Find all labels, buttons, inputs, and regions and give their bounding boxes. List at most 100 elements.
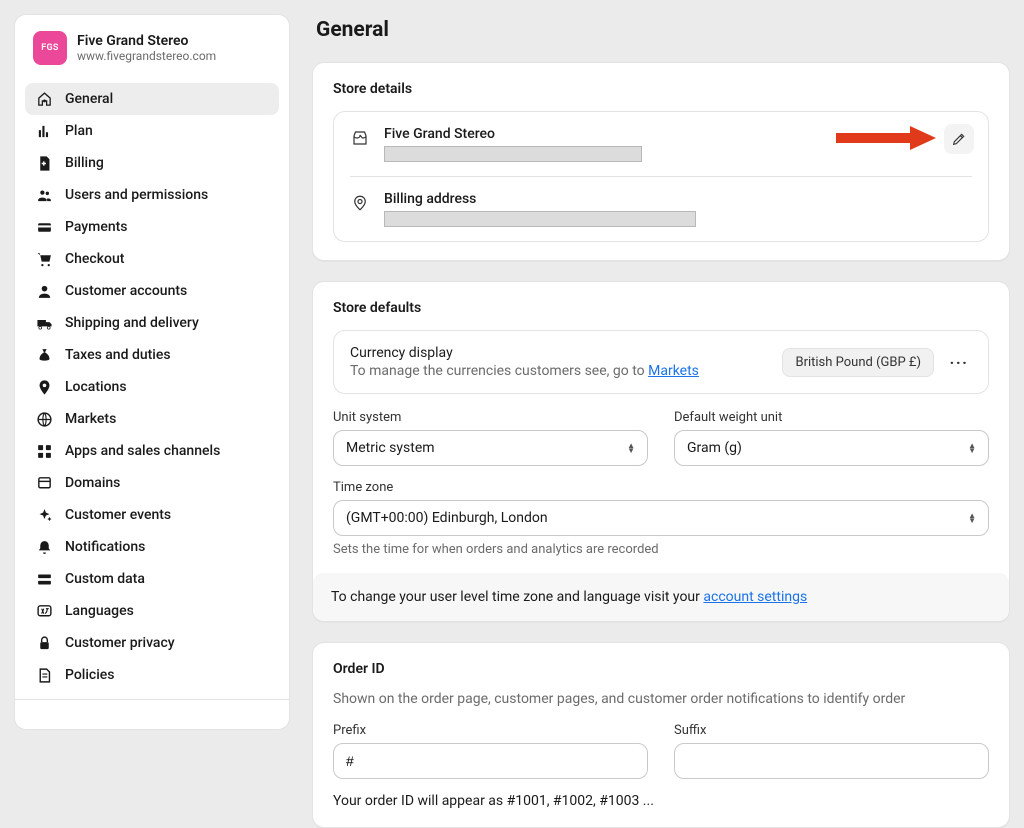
sidebar-item-plan[interactable]: Plan: [25, 115, 279, 147]
edit-store-details-button[interactable]: [944, 124, 974, 154]
sidebar-item-apps[interactable]: Apps and sales channels: [25, 435, 279, 467]
payments-icon: [35, 218, 53, 236]
sidebar-item-general[interactable]: General: [25, 83, 279, 115]
billing-address-label: Billing address: [384, 191, 972, 207]
store-icon: [350, 128, 370, 148]
currency-more-button[interactable]: ···: [946, 353, 972, 372]
account-settings-note: To change your user level time zone and …: [313, 573, 1009, 621]
language-icon: [35, 602, 53, 620]
store-url: www.fivegrandstereo.com: [77, 49, 216, 63]
sidebar-item-label: Policies: [65, 667, 115, 683]
sidebar-item-label: Checkout: [65, 251, 124, 267]
suffix-input[interactable]: [674, 743, 989, 779]
person-icon: [35, 282, 53, 300]
select-caret-icon: ▲▼: [968, 513, 976, 523]
sparkle-icon: [35, 506, 53, 524]
markets-link[interactable]: Markets: [648, 363, 699, 379]
sidebar-item-custom-data[interactable]: Custom data: [25, 563, 279, 595]
document-icon: [35, 666, 53, 684]
account-settings-link[interactable]: account settings: [703, 589, 807, 605]
store-name-placeholder: [384, 146, 642, 162]
currency-display-subtitle: To manage the currencies customers see, …: [350, 363, 770, 379]
sidebar-item-notifications[interactable]: Notifications: [25, 531, 279, 563]
sidebar-item-label: Users and permissions: [65, 187, 208, 203]
timezone-label: Time zone: [333, 480, 989, 495]
settings-sidebar: FGS Five Grand Stereo www.fivegrandstere…: [14, 14, 290, 730]
sidebar-item-label: Customer privacy: [65, 635, 175, 651]
store-header: FGS Five Grand Stereo www.fivegrandstere…: [25, 29, 279, 77]
sidebar-item-payments[interactable]: Payments: [25, 211, 279, 243]
sidebar-item-label: Markets: [65, 411, 116, 427]
store-details-card: Store details Five Grand Stereo: [312, 62, 1010, 261]
sidebar-item-label: Shipping and delivery: [65, 315, 199, 331]
sidebar-item-label: Customer events: [65, 507, 171, 523]
select-caret-icon: ▲▼: [968, 443, 976, 453]
sidebar-item-label: Payments: [65, 219, 128, 235]
cart-icon: [35, 250, 53, 268]
sidebar-item-users[interactable]: Users and permissions: [25, 179, 279, 211]
timezone-select[interactable]: (GMT+00:00) Edinburgh, London ▲▼: [333, 500, 989, 536]
sidebar-item-policies[interactable]: Policies: [25, 659, 279, 691]
sidebar-item-languages[interactable]: Languages: [25, 595, 279, 627]
sidebar-item-label: General: [65, 91, 113, 107]
billing-address-placeholder: [384, 211, 696, 227]
weight-unit-label: Default weight unit: [674, 410, 989, 425]
billing-icon: [35, 154, 53, 172]
data-icon: [35, 570, 53, 588]
sidebar-item-label: Custom data: [65, 571, 145, 587]
prefix-label: Prefix: [333, 723, 648, 738]
select-caret-icon: ▲▼: [627, 443, 635, 453]
sidebar-item-domains[interactable]: Domains: [25, 467, 279, 499]
order-id-example: Your order ID will appear as #1001, #100…: [333, 793, 989, 809]
pin-icon: [35, 378, 53, 396]
sidebar-divider: [15, 699, 289, 700]
prefix-input[interactable]: [333, 743, 648, 779]
page-title: General: [316, 18, 1010, 42]
sidebar-item-label: Notifications: [65, 539, 145, 555]
order-id-card: Order ID Shown on the order page, custom…: [312, 642, 1010, 828]
globe-icon: [35, 410, 53, 428]
store-defaults-card: Store defaults Currency display To manag…: [312, 281, 1010, 622]
sidebar-item-label: Billing: [65, 155, 104, 171]
location-icon: [350, 193, 370, 213]
sidebar-item-label: Customer accounts: [65, 283, 187, 299]
sidebar-item-label: Locations: [65, 379, 127, 395]
sidebar-item-label: Apps and sales channels: [65, 443, 220, 459]
sidebar-item-customer-accounts[interactable]: Customer accounts: [25, 275, 279, 307]
weight-unit-select[interactable]: Gram (g) ▲▼: [674, 430, 989, 466]
store-name: Five Grand Stereo: [77, 33, 216, 49]
plan-icon: [35, 122, 53, 140]
billing-address-row: Billing address: [350, 176, 972, 241]
apps-icon: [35, 442, 53, 460]
main-content: General Store details Five Grand Stereo: [312, 14, 1010, 809]
sidebar-item-checkout[interactable]: Checkout: [25, 243, 279, 275]
lock-icon: [35, 634, 53, 652]
currency-display-title: Currency display: [350, 345, 770, 361]
store-defaults-heading: Store defaults: [333, 300, 989, 316]
sidebar-item-billing[interactable]: Billing: [25, 147, 279, 179]
sidebar-item-locations[interactable]: Locations: [25, 371, 279, 403]
sidebar-item-markets[interactable]: Markets: [25, 403, 279, 435]
sidebar-item-shipping[interactable]: Shipping and delivery: [25, 307, 279, 339]
store-details-heading: Store details: [333, 81, 989, 97]
sidebar-item-label: Plan: [65, 123, 93, 139]
settings-icon: [35, 90, 53, 108]
sidebar-item-taxes[interactable]: Taxes and duties: [25, 339, 279, 371]
money-bag-icon: [35, 346, 53, 364]
suffix-label: Suffix: [674, 723, 989, 738]
store-logo: FGS: [33, 31, 67, 65]
sidebar-item-label: Taxes and duties: [65, 347, 171, 363]
order-id-subtitle: Shown on the order page, customer pages,…: [333, 691, 989, 707]
currency-display-box: Currency display To manage the currencie…: [333, 330, 989, 394]
store-name-row: Five Grand Stereo: [350, 112, 972, 176]
users-icon: [35, 186, 53, 204]
bell-icon: [35, 538, 53, 556]
store-name-label: Five Grand Stereo: [384, 126, 972, 142]
truck-icon: [35, 314, 53, 332]
sidebar-item-privacy[interactable]: Customer privacy: [25, 627, 279, 659]
sidebar-item-label: Languages: [65, 603, 134, 619]
sidebar-item-customer-events[interactable]: Customer events: [25, 499, 279, 531]
unit-system-select[interactable]: Metric system ▲▼: [333, 430, 648, 466]
store-details-box: Five Grand Stereo Billing address: [333, 111, 989, 242]
sidebar-item-label: Domains: [65, 475, 120, 491]
